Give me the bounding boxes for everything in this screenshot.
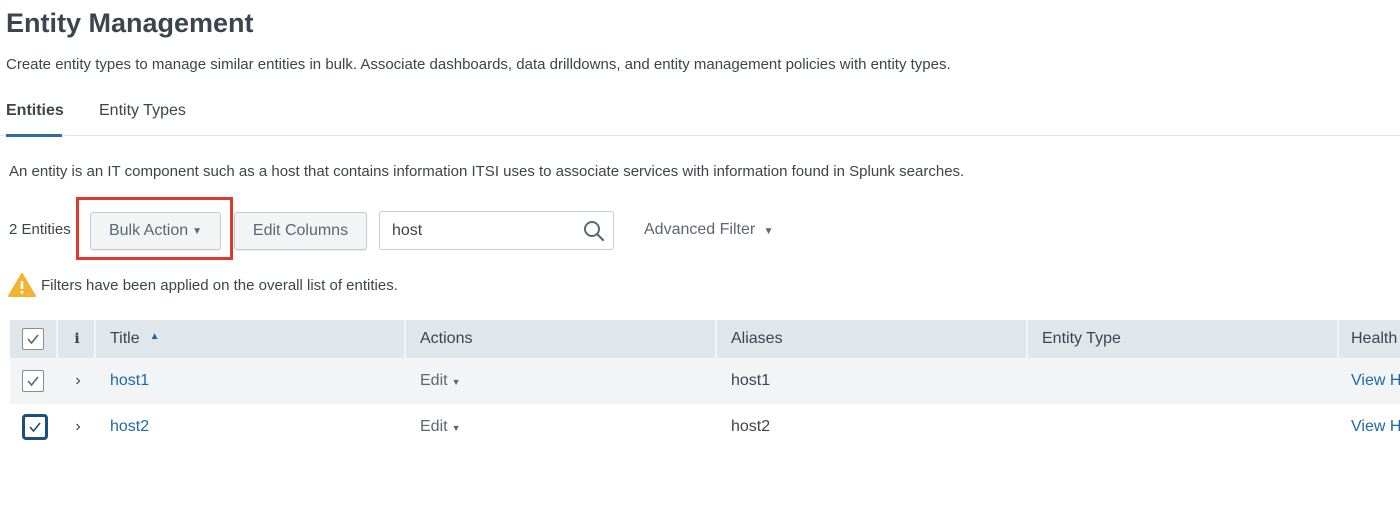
row-select-cell (22, 358, 58, 404)
entity-title-link[interactable]: host2 (110, 418, 149, 436)
table-row: › host1 Edit ▼ host1 View H (10, 358, 1400, 404)
chevron-right-icon[interactable]: › (75, 418, 80, 436)
row-select-cell (22, 404, 58, 450)
check-icon (27, 376, 39, 387)
tab-bar: Entities Entity Types (0, 94, 1400, 137)
header-aliases[interactable]: Aliases (717, 320, 1028, 358)
select-all-checkbox[interactable] (22, 328, 44, 350)
table-header: i Title ▲ Actions Aliases Entity Type He… (10, 320, 1400, 358)
table-row: › host2 Edit ▼ host2 View H (10, 404, 1400, 450)
info-icon: i (74, 331, 80, 347)
caret-down-icon: ▼ (192, 225, 203, 237)
search-box[interactable] (379, 211, 614, 250)
entity-type-cell (1028, 358, 1339, 404)
title-cell: host1 (96, 358, 406, 404)
header-title-label: Title (110, 330, 140, 347)
header-aliases-label: Aliases (731, 330, 783, 347)
search-icon[interactable] (583, 220, 605, 242)
chevron-right-icon[interactable]: › (75, 372, 80, 390)
header-title[interactable]: Title ▲ (96, 320, 406, 358)
header-actions-label: Actions (420, 330, 473, 347)
aliases-cell: host1 (731, 372, 771, 389)
entity-intro-text: An entity is an IT component such as a h… (9, 163, 965, 180)
bulk-action-label: Bulk Action (108, 222, 189, 239)
health-cell: View H (1339, 358, 1400, 404)
tab-entities[interactable]: Entities (6, 102, 64, 137)
entity-type-cell (1028, 404, 1339, 450)
title-cell: host2 (96, 404, 406, 450)
header-entity-type[interactable]: Entity Type (1028, 320, 1339, 358)
health-cell: View H (1339, 404, 1400, 450)
row-checkbox[interactable] (22, 370, 44, 392)
warning-icon (8, 273, 36, 297)
caret-down-icon: ▼ (451, 423, 461, 433)
bulk-action-button[interactable]: Bulk Action ▼ (90, 212, 221, 250)
row-expand-cell: › (60, 404, 96, 450)
check-icon (29, 422, 41, 433)
row-expand-cell: › (60, 358, 96, 404)
header-actions: Actions (406, 320, 717, 358)
caret-down-icon: ▼ (451, 377, 461, 387)
advanced-filter-dropdown[interactable]: Advanced Filter ▼ (644, 221, 774, 239)
sort-ascending-icon: ▲ (149, 330, 160, 342)
header-health-label: Health (1351, 330, 1398, 347)
tab-entity-types[interactable]: Entity Types (99, 102, 186, 136)
entity-count: 2 Entities (9, 221, 71, 238)
header-health: Health (1339, 320, 1400, 358)
view-health-link[interactable]: View H (1351, 418, 1400, 436)
header-info: i (60, 320, 96, 358)
edit-dropdown[interactable]: Edit ▼ (420, 372, 461, 390)
edit-label: Edit (420, 418, 448, 435)
caret-down-icon: ▼ (763, 226, 774, 237)
entities-table: i Title ▲ Actions Aliases Entity Type He… (10, 320, 1400, 450)
page-description: Create entity types to manage similar en… (6, 56, 951, 73)
page-title: Entity Management (6, 8, 254, 38)
check-icon (27, 334, 39, 345)
search-input[interactable] (390, 212, 580, 249)
header-select-all-cell (22, 320, 58, 358)
warning-text: Filters have been applied on the overall… (41, 276, 398, 294)
filter-warning: Filters have been applied on the overall… (8, 272, 398, 298)
edit-dropdown[interactable]: Edit ▼ (420, 418, 461, 436)
edit-columns-button[interactable]: Edit Columns (234, 212, 367, 250)
header-entity-type-label: Entity Type (1042, 330, 1121, 347)
view-health-link[interactable]: View H (1351, 372, 1400, 390)
edit-label: Edit (420, 372, 448, 389)
aliases-cell: host2 (731, 418, 771, 435)
entity-title-link[interactable]: host1 (110, 372, 149, 390)
row-checkbox[interactable] (22, 414, 48, 440)
actions-cell: Edit ▼ (406, 358, 717, 404)
edit-columns-label: Edit Columns (252, 222, 349, 239)
actions-cell: Edit ▼ (406, 404, 717, 450)
advanced-filter-label: Advanced Filter (644, 221, 756, 238)
